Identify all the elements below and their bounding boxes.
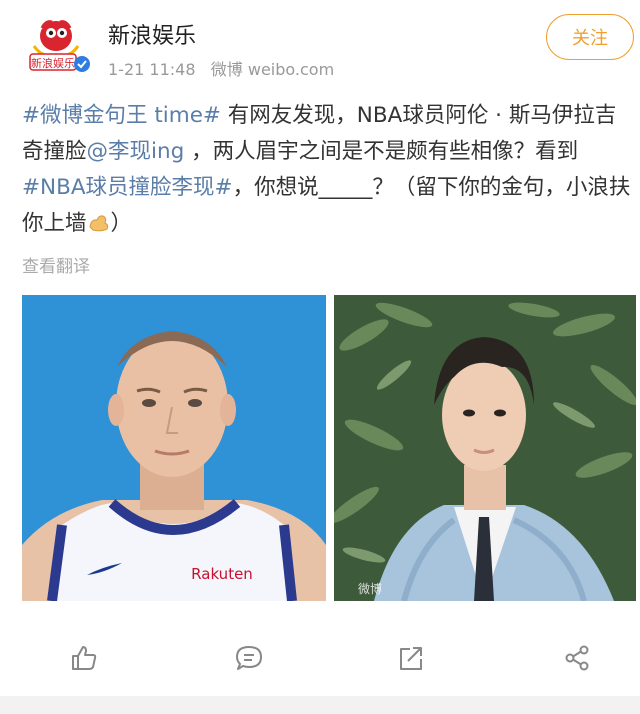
account-name[interactable]: 新浪娱乐 [108, 18, 196, 50]
hashtag-nba-lixian[interactable]: #NBA球员撞脸李现# [22, 175, 233, 200]
hashtag-weibo-golden-quote[interactable]: #微博金句王 time# [22, 103, 221, 128]
post-meta: 1-21 11:48 微博 weibo.com [108, 56, 334, 80]
share-icon [565, 645, 589, 671]
jersey-sponsor-text: Rakuten [191, 565, 253, 583]
sina-entertainment-logo-icon: 新浪娱乐 [29, 20, 90, 72]
repost-icon [400, 647, 422, 670]
post-text: #微博金句王 time# 有网友发现，NBA球员阿伦 · 斯马伊拉吉奇撞脸@李现… [22, 98, 634, 242]
photo-basketball-player[interactable]: Rakuten [22, 295, 326, 601]
post-text-part-2: ，两人眉宇之间是不是颇有些相像？看到 [184, 139, 579, 164]
repost-button[interactable] [389, 636, 433, 680]
mention-lixian[interactable]: @李现ing [87, 139, 185, 164]
weibo-watermark: 微博 [358, 581, 382, 596]
weibo-post-card: 新浪娱乐 新浪娱乐 1-21 11:48 微博 weibo.com 关注 #微博… [0, 0, 640, 696]
share-button[interactable] [555, 636, 599, 680]
flexed-arm-emoji-icon [87, 211, 111, 236]
like-button[interactable] [62, 636, 106, 680]
post-source: 微博 weibo.com [210, 60, 335, 79]
thumbs-up-icon [72, 646, 97, 670]
comment-button[interactable] [227, 636, 271, 680]
svg-text:新浪娱乐: 新浪娱乐 [31, 56, 75, 70]
post-action-bar [0, 636, 640, 680]
photo-actor-lixian[interactable]: 微博 [334, 295, 636, 601]
post-time: 1-21 11:48 [108, 60, 196, 79]
follow-button[interactable]: 关注 [546, 14, 634, 60]
post-text-part-4: ） [110, 211, 133, 236]
comment-icon [236, 646, 262, 670]
view-translation-link[interactable]: 查看翻译 [22, 252, 90, 277]
account-avatar[interactable]: 新浪娱乐 [22, 16, 90, 74]
